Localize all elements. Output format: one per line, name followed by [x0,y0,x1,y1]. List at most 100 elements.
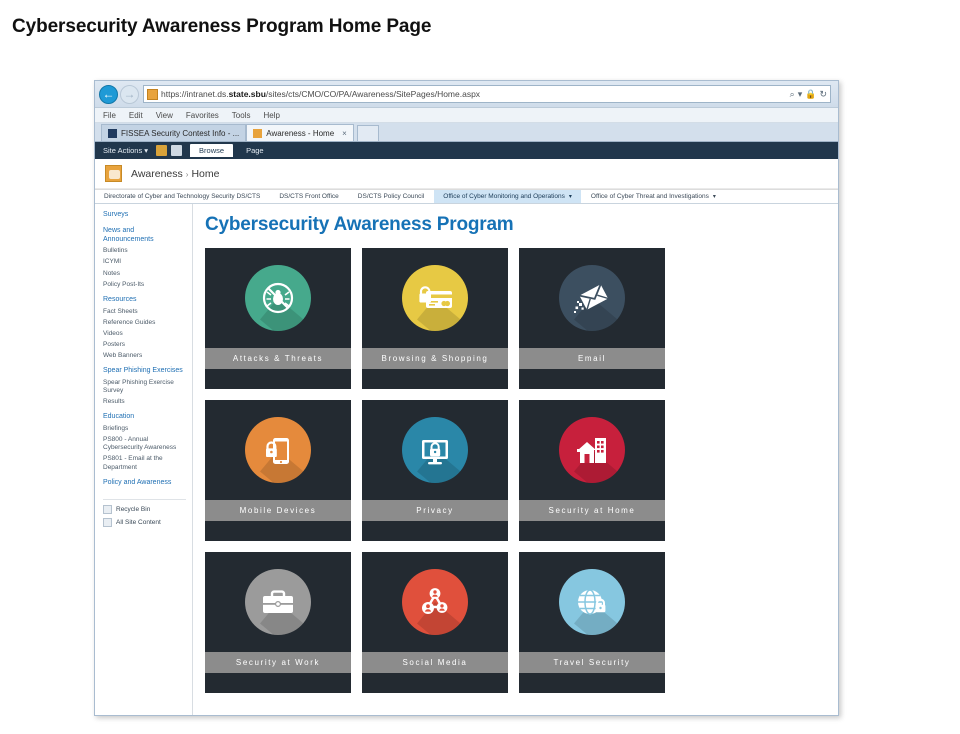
menu-file[interactable]: File [103,111,116,120]
tile-label: Security at Work [205,652,351,673]
navigate-up-icon[interactable] [156,145,168,156]
sidebar-item-policy-and-awareness[interactable]: Policy and Awareness [103,479,186,488]
browser-menu-bar: File Edit View Favorites Tools Help [95,108,838,123]
sidebar-item-web-banners[interactable]: Web Banners [103,352,186,360]
sidebar-item-notes[interactable]: Notes [103,270,186,278]
close-icon[interactable]: × [342,129,347,138]
bug-blocked-icon [245,265,311,331]
sidebar-item-recycle-bin[interactable]: Recycle Bin [103,505,186,515]
sidebar-item-results[interactable]: Results [103,398,186,406]
tile-artwork [519,400,665,500]
refresh-icon[interactable]: ↻ [819,89,827,100]
sidebar-item-ps801[interactable]: PS801 - Email at the Department [103,455,186,471]
sharepoint-page: Site Actions ▾ Browse Page Awareness › Hom… [95,142,838,715]
people-network-icon [402,569,468,635]
chevron-down-icon[interactable]: ▾ [798,89,803,100]
tile-travel-security[interactable]: Travel Security [519,552,665,693]
tile-artwork [205,248,351,348]
sidebar-item-all-site-content[interactable]: All Site Content [103,518,186,528]
tile-privacy[interactable]: Privacy [362,400,508,541]
address-input[interactable]: https://intranet.ds.state.sbu/sites/cts/… [143,85,831,103]
new-tab-button[interactable] [356,125,379,141]
sharepoint-header: Awareness › Home [95,159,838,189]
tile-security-at-work[interactable]: Security at Work [205,552,351,693]
tile-artwork [519,552,665,652]
ribbon-tab-page[interactable]: Page [237,144,273,157]
tile-label: Attacks & Threats [205,348,351,369]
chevron-down-icon: ▾ [568,194,572,200]
tile-artwork [362,400,508,500]
topnav-label: DS/CTS Policy Council [357,193,425,200]
sidebar-item-spear-phishing-exercises[interactable]: Spear Phishing Exercises [103,367,186,376]
site-actions-menu[interactable]: Site Actions ▾ [103,146,148,155]
sidebar-item-videos[interactable]: Videos [103,330,186,338]
browser-tab-label: FISSEA Security Contest Info - ... [121,128,240,138]
sidebar-item-education[interactable]: Education [103,413,186,422]
tile-browsing-shopping[interactable]: Browsing & Shopping [362,248,508,389]
tile-label: Security at Home [519,500,665,521]
sidebar-item-briefings[interactable]: Briefings [103,425,186,433]
page-heading: Cybersecurity Awareness Program [205,214,514,235]
back-button[interactable]: ← [99,84,118,104]
sidebar-item-label: All Site Content [116,519,161,527]
menu-tools[interactable]: Tools [232,111,251,120]
search-icon[interactable]: ⌕ [790,89,795,100]
forward-button[interactable]: → [120,84,139,104]
all-site-content-icon [103,518,112,528]
tile-social-media[interactable]: Social Media [362,552,508,693]
tile-email[interactable]: Email [519,248,665,389]
phone-lock-icon [245,417,311,483]
sidebar-item-fact-sheets[interactable]: Fact Sheets [103,308,186,316]
sidebar-item-spear-phishing-exercise-survey[interactable]: Spear Phishing Exercise Survey [103,379,186,395]
tile-grid: Attacks & Threats Browsing & Shopping Em… [205,248,838,693]
browser-tab-awareness-home[interactable]: Awareness - Home × [246,124,354,141]
edit-page-icon[interactable] [171,145,183,156]
topnav-item-cyber-threat[interactable]: Office of Cyber Threat and Investigation… [582,190,726,203]
sidebar-item-reference-guides[interactable]: Reference Guides [103,319,186,327]
browser-tab-fissea[interactable]: FISSEA Security Contest Info - ... [101,124,247,141]
sidebar-item-policy-post-its[interactable]: Policy Post-Its [103,281,186,289]
lock-icon: 🔒 [805,88,817,99]
sidebar-item-ps800[interactable]: PS800 - Annual Cybersecurity Awareness [103,436,186,452]
sidebar-item-resources[interactable]: Resources [103,296,186,305]
tile-label: Email [519,348,665,369]
sidebar-item-label: Recycle Bin [116,506,151,514]
tile-label: Travel Security [519,652,665,673]
envelope-icon [559,265,625,331]
tile-artwork [362,552,508,652]
topnav-label: DS/CTS Front Office [279,193,339,200]
topnav-label: Directorate of Cyber and Technology Secu… [104,193,261,200]
topnav-item-cyber-monitoring[interactable]: Office of Cyber Monitoring and Operation… [434,190,582,203]
breadcrumb-page[interactable]: Home [191,168,219,180]
sidebar-item-posters[interactable]: Posters [103,341,186,349]
menu-favorites[interactable]: Favorites [186,111,219,120]
sidebar-item-surveys[interactable]: Surveys [103,211,186,220]
tab-favicon-icon [108,128,117,138]
tile-mobile-devices[interactable]: Mobile Devices [205,400,351,541]
globe-lock-icon [559,569,625,635]
chevron-down-icon: ▾ [712,194,716,200]
sidebar-item-news-announcements[interactable]: News and Announcements [103,227,186,245]
tile-attacks-threats[interactable]: Attacks & Threats [205,248,351,389]
menu-help[interactable]: Help [263,111,279,120]
tile-label: Browsing & Shopping [362,348,508,369]
sharepoint-body: Surveys News and Announcements Bulletins… [95,204,838,715]
breadcrumb-site[interactable]: Awareness [131,168,183,180]
topnav-item-policy-council[interactable]: DS/CTS Policy Council [349,190,435,203]
sidebar-item-bulletins[interactable]: Bulletins [103,247,186,255]
site-favicon [147,88,158,100]
topnav-item-front-office[interactable]: DS/CTS Front Office [270,190,349,203]
briefcase-icon [245,569,311,635]
browser-tab-label: Awareness - Home [266,128,335,138]
menu-edit[interactable]: Edit [129,111,143,120]
url-text: https://intranet.ds.state.sbu/sites/cts/… [161,89,481,99]
menu-view[interactable]: View [156,111,173,120]
sidebar-item-icymi[interactable]: ICYMI [103,258,186,266]
tile-label: Social Media [362,652,508,673]
breadcrumb: Awareness › Home [131,168,219,180]
topnav-item-directorate[interactable]: Directorate of Cyber and Technology Secu… [95,190,271,203]
tile-security-at-home[interactable]: Security at Home [519,400,665,541]
monitor-lock-icon [402,417,468,483]
tile-artwork [205,400,351,500]
ribbon-tab-browse[interactable]: Browse [190,144,234,157]
